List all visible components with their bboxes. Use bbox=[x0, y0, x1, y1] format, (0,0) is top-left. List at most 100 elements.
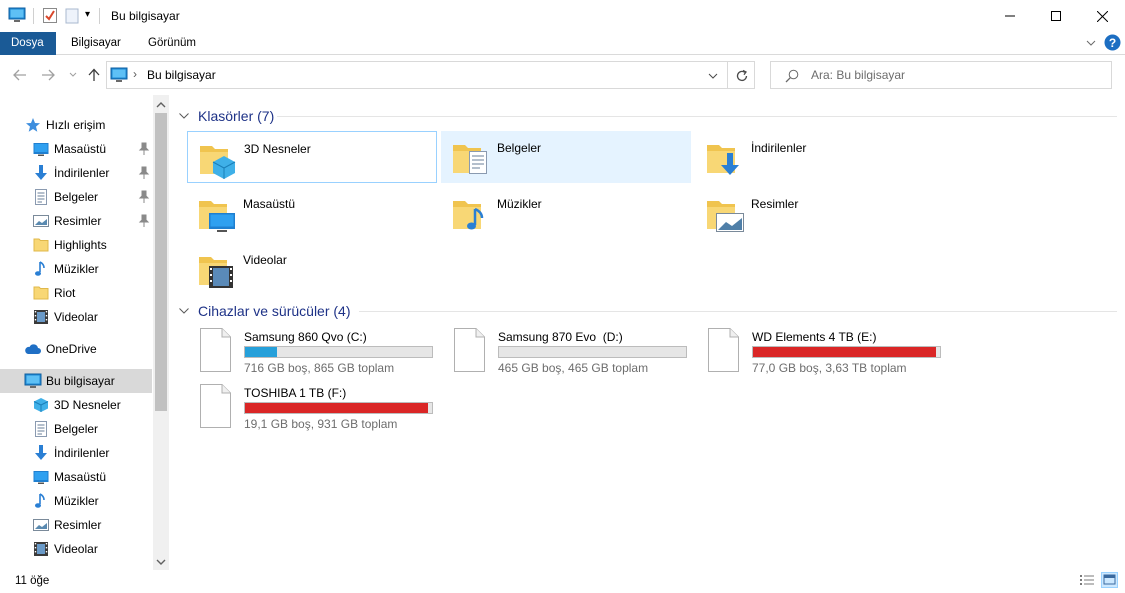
search-box[interactable]: Ara: Bu bilgisayar bbox=[770, 61, 1112, 89]
sidebar-scrollbar-thumb[interactable] bbox=[155, 113, 167, 411]
drive-usage-bar bbox=[752, 346, 941, 358]
group-title: Cihazlar ve sürücüler (4) bbox=[198, 303, 351, 319]
group-header-folders[interactable]: Klasörler (7) bbox=[178, 105, 274, 127]
sidebar-item-pc-masaustu[interactable]: Masaüstü bbox=[0, 465, 152, 489]
details-view-icon[interactable] bbox=[1079, 573, 1095, 587]
sidebar-item-quick-access[interactable]: Hızlı erişim bbox=[0, 113, 152, 137]
folder-tile-videolar[interactable]: Videolar bbox=[187, 243, 437, 295]
sidebar-item-pc-3d-nesneler[interactable]: 3D Nesneler bbox=[0, 393, 152, 417]
sidebar-item-riot[interactable]: Riot bbox=[0, 281, 152, 305]
forward-button[interactable] bbox=[38, 65, 58, 85]
folder-tile-muzikler[interactable]: Müzikler bbox=[441, 187, 691, 239]
drive-space-info: 19,1 GB boş, 931 GB toplam bbox=[244, 417, 398, 431]
scroll-down-arrow-icon[interactable] bbox=[155, 556, 167, 566]
drive-tile-f[interactable]: TOSHIBA 1 TB (F:) 19,1 GB boş, 931 GB to… bbox=[188, 384, 438, 436]
drive-usage-fill bbox=[753, 347, 937, 357]
drive-tile-e[interactable]: WD Elements 4 TB (E:) 77,0 GB boş, 3,63 … bbox=[696, 328, 946, 380]
breadcrumb-this-pc[interactable]: Bu bilgisayar bbox=[147, 68, 216, 82]
pin-icon[interactable] bbox=[138, 214, 150, 228]
drive-space-info: 465 GB boş, 465 GB toplam bbox=[498, 361, 649, 375]
music-icon bbox=[33, 261, 49, 277]
tab-dosya[interactable]: Dosya bbox=[0, 32, 56, 55]
sidebar-item-this-pc[interactable]: Bu bilgisayar bbox=[0, 369, 152, 393]
address-history-chevron-icon[interactable] bbox=[707, 70, 719, 82]
drive-space-info: 716 GB boş, 865 GB toplam bbox=[244, 361, 395, 375]
scroll-up-arrow-icon[interactable] bbox=[155, 99, 167, 109]
back-button[interactable] bbox=[10, 65, 30, 85]
large-icons-view-icon[interactable] bbox=[1101, 572, 1118, 588]
sidebar-item-label: Bu bilgisayar bbox=[46, 374, 115, 388]
group-header-drives[interactable]: Cihazlar ve sürücüler (4) bbox=[178, 300, 351, 322]
sidebar-item-masaustu[interactable]: Masaüstü bbox=[0, 137, 152, 161]
toolbar-divider bbox=[33, 8, 34, 24]
tab-gorunum[interactable]: Görünüm bbox=[137, 32, 207, 55]
folder-label: Müzikler bbox=[497, 197, 542, 211]
address-bar[interactable]: › Bu bilgisayar bbox=[106, 61, 755, 89]
close-button[interactable] bbox=[1079, 0, 1125, 32]
sidebar-item-belgeler[interactable]: Belgeler bbox=[0, 185, 152, 209]
sidebar-item-label: İndirilenler bbox=[54, 166, 110, 180]
group-divider bbox=[277, 116, 1117, 117]
sidebar-item-label: Resimler bbox=[54, 518, 102, 532]
new-folder-icon[interactable] bbox=[65, 8, 79, 24]
pin-icon[interactable] bbox=[138, 166, 150, 180]
pin-icon[interactable] bbox=[138, 190, 150, 204]
sidebar-item-label: Resimler bbox=[54, 214, 102, 228]
sidebar-item-pc-belgeler[interactable]: Belgeler bbox=[0, 417, 152, 441]
folder-tile-indirilenler[interactable]: İndirilenler bbox=[695, 131, 945, 183]
3d-objects-icon bbox=[33, 397, 49, 413]
3d-objects-folder-icon bbox=[198, 138, 238, 180]
folder-icon bbox=[33, 285, 49, 301]
sidebar-item-pc-indirilenler[interactable]: İndirilenler bbox=[0, 441, 152, 465]
sidebar-item-pc-resimler[interactable]: Resimler bbox=[0, 513, 152, 537]
drive-tile-d[interactable]: Samsung 870 Evo (D:) 465 GB boş, 465 GB … bbox=[442, 328, 692, 380]
maximize-button[interactable] bbox=[1033, 0, 1079, 32]
pin-icon[interactable] bbox=[138, 142, 150, 156]
navigation-pane: Hızlı erişim Masaüstü İndirilenler Belge… bbox=[0, 95, 170, 570]
refresh-icon[interactable] bbox=[735, 69, 749, 83]
folder-tile-resimler[interactable]: Resimler bbox=[695, 187, 945, 239]
up-button[interactable] bbox=[84, 65, 104, 85]
sidebar-item-highlights[interactable]: Highlights bbox=[0, 233, 152, 257]
minimize-icon bbox=[1005, 15, 1015, 17]
ribbon: Dosya Bilgisayar Görünüm ? bbox=[0, 32, 1125, 55]
recent-locations-button[interactable] bbox=[63, 65, 83, 85]
customize-quick-access-dropdown[interactable]: ▾ bbox=[85, 9, 90, 20]
group-divider bbox=[359, 311, 1117, 312]
tab-bilgisayar[interactable]: Bilgisayar bbox=[60, 32, 132, 55]
sidebar-item-label: Videolar bbox=[54, 310, 98, 324]
folder-tile-masaustu[interactable]: Masaüstü bbox=[187, 187, 437, 239]
drive-icon bbox=[452, 328, 486, 372]
sidebar-item-videolar[interactable]: Videolar bbox=[0, 305, 152, 329]
sidebar-item-onedrive[interactable]: OneDrive bbox=[0, 337, 152, 361]
sidebar-item-label: Riot bbox=[54, 286, 76, 300]
sidebar-item-label: Videolar bbox=[54, 542, 98, 556]
sidebar-item-pc-muzikler[interactable]: Müzikler bbox=[0, 489, 152, 513]
drive-tile-c[interactable]: Samsung 860 Qvo (C:) 716 GB boş, 865 GB … bbox=[188, 328, 438, 380]
folder-tile-3d-nesneler[interactable]: 3D Nesneler bbox=[187, 131, 437, 183]
downloads-folder-icon bbox=[705, 137, 745, 179]
breadcrumb-separator[interactable]: › bbox=[133, 67, 137, 81]
drive-usage-fill bbox=[245, 347, 277, 357]
sidebar-item-resimler[interactable]: Resimler bbox=[0, 209, 152, 233]
status-bar: 11 öğe bbox=[0, 570, 1125, 593]
drive-name: Samsung 860 Qvo (C:) bbox=[244, 330, 367, 344]
minimize-button[interactable] bbox=[987, 0, 1033, 32]
help-icon[interactable]: ? bbox=[1104, 34, 1121, 51]
drive-name: Samsung 870 Evo (D:) bbox=[498, 330, 623, 344]
folder-icon bbox=[33, 237, 49, 253]
sidebar-item-pc-videolar[interactable]: Videolar bbox=[0, 537, 152, 561]
music-icon bbox=[33, 493, 49, 509]
desktop-folder-icon bbox=[197, 193, 237, 235]
sidebar-item-label: Belgeler bbox=[54, 422, 99, 436]
folder-tile-belgeler[interactable]: Belgeler bbox=[441, 131, 691, 183]
this-pc-icon[interactable] bbox=[8, 7, 26, 23]
properties-icon[interactable] bbox=[42, 7, 58, 24]
sidebar-item-muzikler[interactable]: Müzikler bbox=[0, 257, 152, 281]
toolbar-divider bbox=[99, 8, 100, 24]
sidebar-item-indirilenler[interactable]: İndirilenler bbox=[0, 161, 152, 185]
drive-name: TOSHIBA 1 TB (F:) bbox=[244, 386, 347, 400]
title-bar: ▾ Bu bilgisayar bbox=[0, 0, 1125, 32]
star-icon bbox=[25, 117, 41, 133]
expand-ribbon-icon[interactable] bbox=[1085, 37, 1097, 49]
